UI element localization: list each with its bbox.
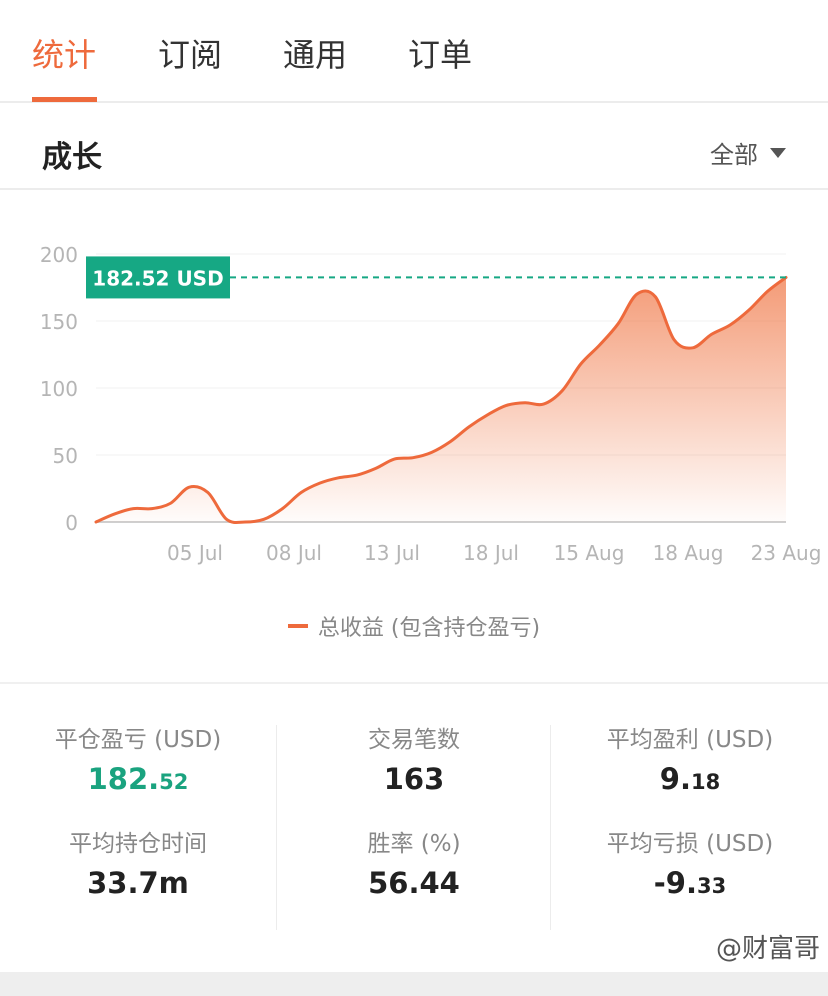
stat-avg-holding-time: 平均持仓时间 33.7m: [0, 829, 276, 910]
tab-subscriptions[interactable]: 订阅: [158, 30, 222, 76]
stat-win-rate: 胜率 (%) 56.44: [276, 829, 552, 910]
stat-label: 平仓盈亏 (USD): [54, 727, 222, 753]
stat-value: 9.18: [659, 762, 721, 796]
y-tick-label: 150: [40, 310, 78, 334]
legend-label: 总收益 (包含持仓盈亏): [317, 616, 541, 641]
chart-legend: 总收益 (包含持仓盈亏): [0, 610, 828, 642]
range-filter-dropdown[interactable]: 全部: [710, 135, 786, 170]
stat-value: 182.52: [87, 762, 189, 796]
stats-column: 平均盈利 (USD) 9.18 平均亏损 (USD) -9.33: [552, 725, 828, 930]
tab-general[interactable]: 通用: [283, 30, 347, 76]
y-tick-label: 200: [40, 243, 78, 267]
stats-column: 交易笔数 163 胜率 (%) 56.44: [276, 725, 552, 930]
caret-down-icon: [770, 147, 786, 158]
bottom-bar: [0, 972, 828, 996]
stat-value: 163: [383, 762, 445, 796]
x-tick-label: 13 Jul: [364, 541, 420, 565]
series-area: [96, 277, 786, 523]
stat-value: -9.33: [653, 866, 727, 900]
y-tick-label: 0: [65, 511, 78, 535]
stats-panel: 平仓盈亏 (USD) 182.52 平均持仓时间 33.7m 交易笔数 163 …: [0, 725, 828, 930]
x-tick-label: 05 Jul: [167, 541, 223, 565]
range-filter-label: 全部: [710, 141, 758, 169]
x-tick-label: 18 Jul: [463, 541, 519, 565]
tab-statistics[interactable]: 统计: [32, 30, 96, 76]
column-divider: [550, 725, 551, 930]
x-tick-label: 15 Aug: [554, 541, 625, 565]
stat-avg-loss: 平均亏损 (USD) -9.33: [552, 829, 828, 910]
active-tab-indicator: [32, 97, 97, 102]
divider: [0, 682, 828, 684]
y-tick-label: 50: [53, 444, 78, 468]
stat-trade-count: 交易笔数 163: [276, 725, 552, 806]
tab-bar: 统计 订阅 通用 订单: [0, 0, 828, 103]
stat-label: 交易笔数: [368, 727, 460, 753]
x-tick-label: 18 Aug: [653, 541, 724, 565]
stats-column: 平仓盈亏 (USD) 182.52 平均持仓时间 33.7m: [0, 725, 276, 930]
y-tick-label: 100: [40, 377, 78, 401]
stat-label: 平均持仓时间: [69, 831, 207, 857]
watermark: @财富哥: [715, 934, 820, 964]
stat-label: 胜率 (%): [367, 831, 461, 857]
stat-value: 56.44: [368, 866, 460, 900]
growth-chart: 0 50 100 150 200 182.52 USD 05 Jul 08 Jul 13 J…: [40, 243, 822, 565]
growth-header: 成长 全部: [0, 104, 828, 190]
stat-avg-profit: 平均盈利 (USD) 9.18: [552, 725, 828, 806]
x-tick-label: 23 Aug: [751, 541, 822, 565]
section-title: 成长: [42, 140, 102, 175]
stat-label: 平均亏损 (USD): [606, 831, 774, 857]
stat-value: 33.7m: [87, 866, 189, 900]
current-value-label: 182.52 USD: [92, 266, 223, 290]
stat-closed-pnl: 平仓盈亏 (USD) 182.52: [0, 725, 276, 806]
legend-swatch: [287, 624, 308, 628]
stat-label: 平均盈利 (USD): [606, 727, 774, 753]
tab-orders[interactable]: 订单: [408, 30, 472, 76]
x-tick-label: 08 Jul: [266, 541, 322, 565]
